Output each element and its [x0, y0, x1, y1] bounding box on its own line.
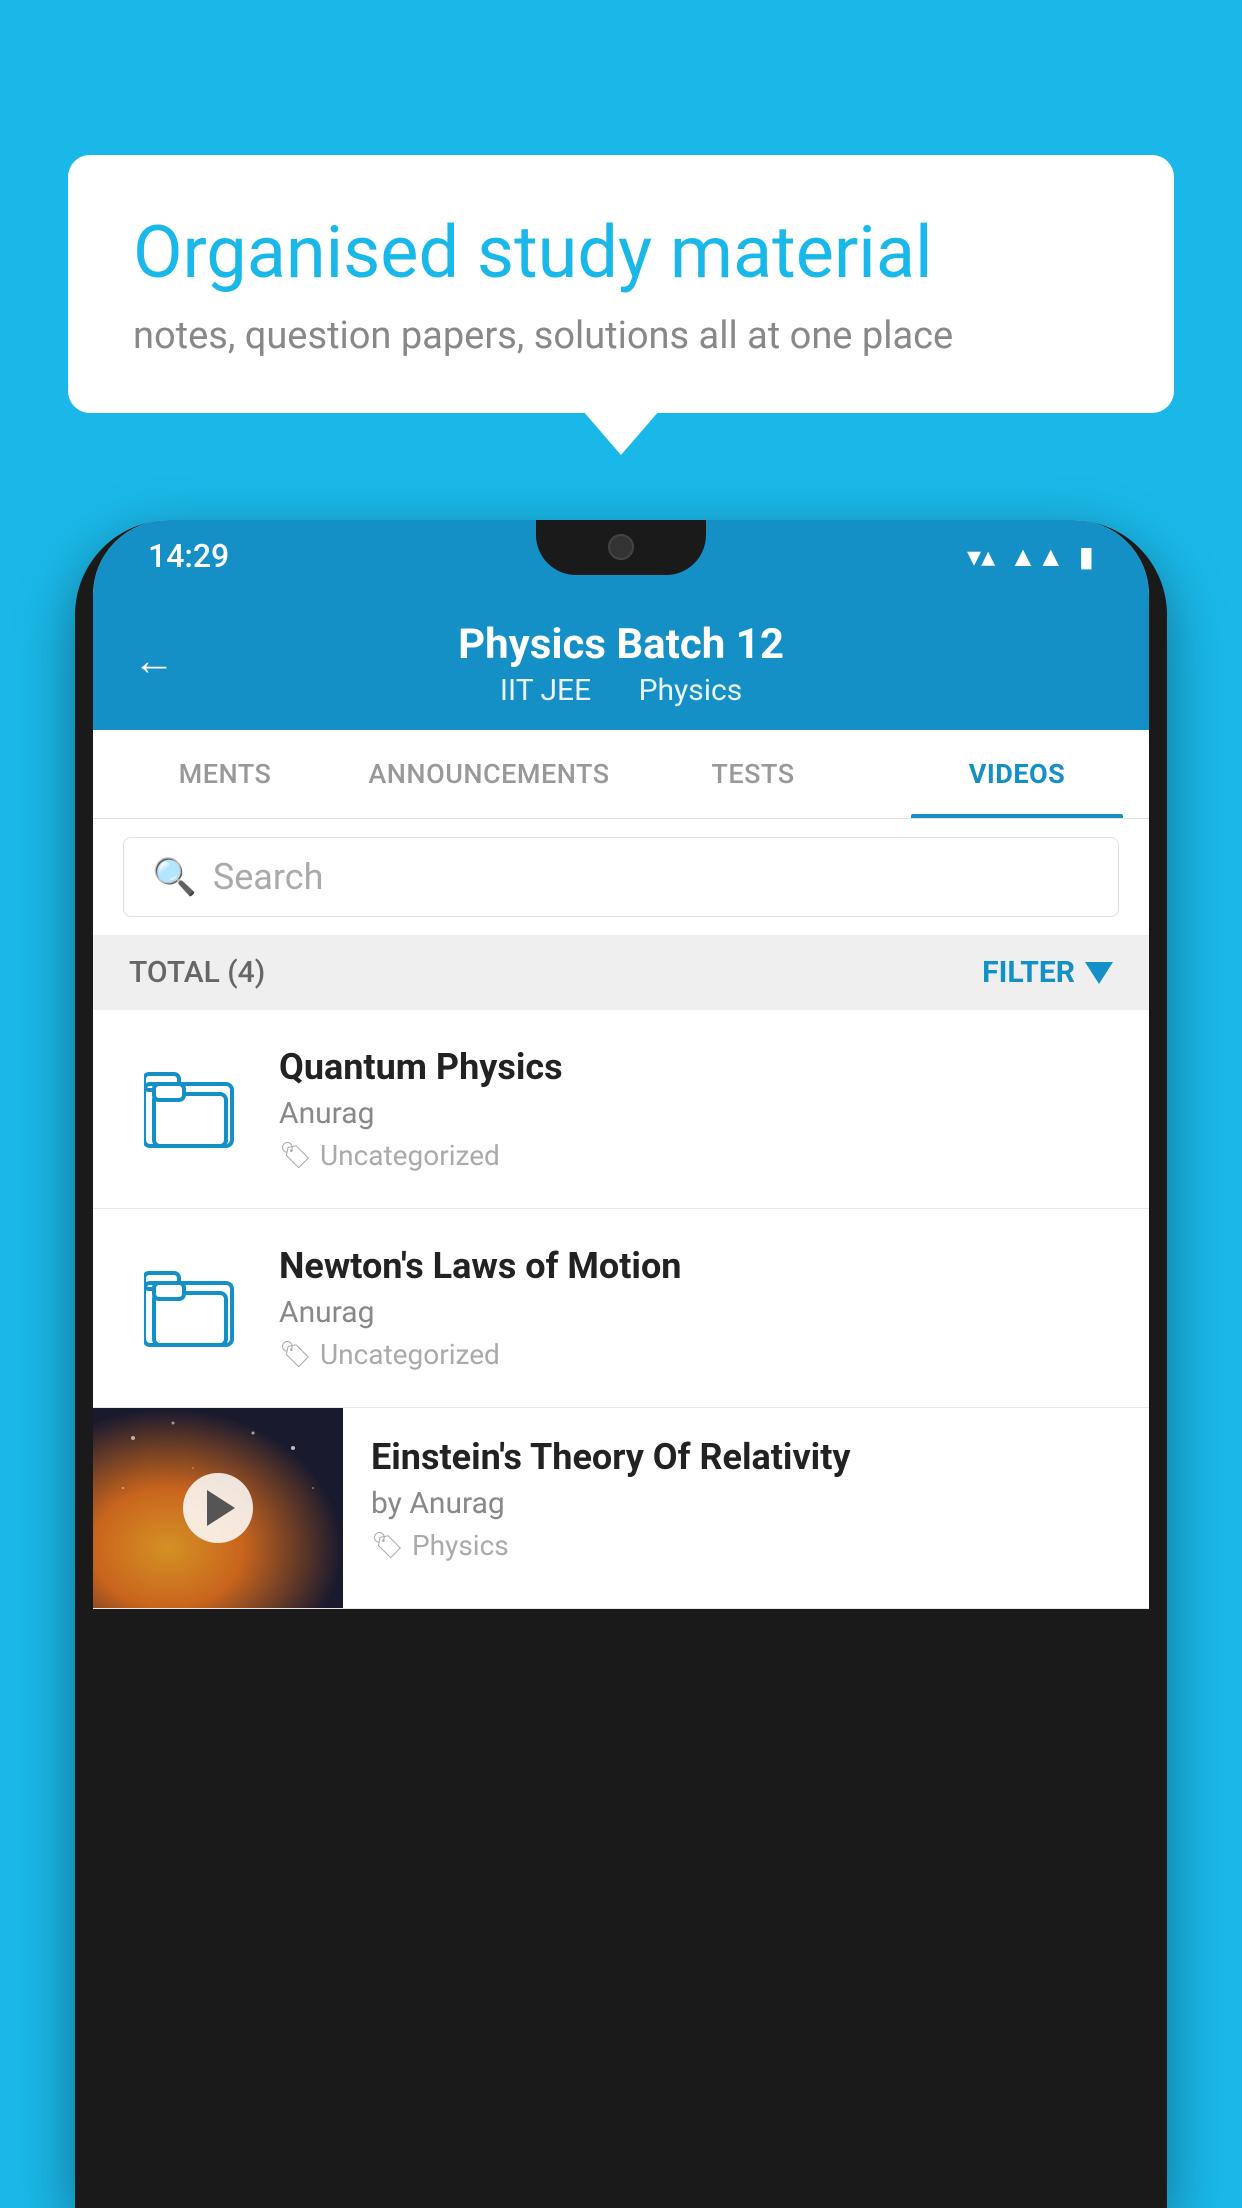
search-bar: 🔍 Search — [93, 819, 1149, 935]
list-item[interactable]: Einstein's Theory Of Relativity by Anura… — [93, 1408, 1149, 1609]
search-input[interactable]: Search — [213, 856, 324, 898]
video-author: Anurag — [279, 1295, 1113, 1330]
wifi-icon: ▾▴ — [967, 540, 995, 573]
einstein-thumbnail — [93, 1408, 343, 1608]
phone-frame: 14:29 ▾▴ ▲▲ ▮ ← Physics Batch 12 IIT JEE… — [75, 520, 1167, 2208]
video-tag: 🏷 Physics — [371, 1529, 1121, 1562]
video-folder-icon — [129, 1046, 249, 1166]
tab-ments[interactable]: MENTS — [93, 730, 357, 818]
header-subtitle: IIT JEE Physics — [490, 673, 752, 708]
notch — [536, 520, 706, 575]
video-info: Einstein's Theory Of Relativity by Anura… — [343, 1408, 1149, 1590]
tab-videos[interactable]: VIDEOS — [885, 730, 1149, 818]
play-icon — [207, 1490, 235, 1526]
header-title: Physics Batch 12 — [458, 620, 784, 669]
tab-tests[interactable]: TESTS — [621, 730, 885, 818]
tag-icon: 🏷 — [371, 1531, 404, 1561]
video-author: by Anurag — [371, 1486, 1121, 1521]
video-title: Quantum Physics — [279, 1046, 1113, 1088]
video-tag: 🏷 Uncategorized — [279, 1338, 1113, 1371]
status-time: 14:29 — [148, 537, 229, 575]
speech-bubble: Organised study material notes, question… — [68, 155, 1174, 413]
total-count: TOTAL (4) — [129, 955, 265, 990]
signal-icon: ▲▲ — [1009, 540, 1064, 573]
battery-icon: ▮ — [1079, 540, 1094, 573]
tab-announcements[interactable]: ANNOUNCEMENTS — [357, 730, 621, 818]
status-bar: 14:29 ▾▴ ▲▲ ▮ — [93, 520, 1149, 592]
search-input-wrap[interactable]: 🔍 Search — [123, 837, 1119, 917]
phone-content: 🔍 Search TOTAL (4) FILTER — [93, 819, 1149, 1609]
tab-bar: MENTS ANNOUNCEMENTS TESTS VIDEOS — [93, 730, 1149, 819]
bubble-subtitle: notes, question papers, solutions all at… — [133, 314, 1109, 358]
app-header: ← Physics Batch 12 IIT JEE Physics — [93, 592, 1149, 730]
bubble-title: Organised study material — [133, 210, 1109, 296]
back-button[interactable]: ← — [133, 637, 175, 686]
status-icons: ▾▴ ▲▲ ▮ — [967, 540, 1094, 573]
search-icon: 🔍 — [152, 856, 197, 898]
tag-icon: 🏷 — [279, 1141, 312, 1171]
video-tag: 🏷 Uncategorized — [279, 1139, 1113, 1172]
camera-icon — [608, 534, 634, 560]
video-folder-icon — [129, 1245, 249, 1365]
subtitle-physics: Physics — [639, 673, 743, 708]
video-title: Newton's Laws of Motion — [279, 1245, 1113, 1287]
play-button[interactable] — [183, 1473, 253, 1543]
filter-button[interactable]: FILTER — [982, 955, 1113, 990]
video-author: Anurag — [279, 1096, 1113, 1131]
video-list: Quantum Physics Anurag 🏷 Uncategorized — [93, 1010, 1149, 1609]
speech-bubble-container: Organised study material notes, question… — [68, 155, 1174, 413]
video-info: Newton's Laws of Motion Anurag 🏷 Uncateg… — [279, 1245, 1113, 1371]
list-item[interactable]: Newton's Laws of Motion Anurag 🏷 Uncateg… — [93, 1209, 1149, 1408]
filter-bar: TOTAL (4) FILTER — [93, 935, 1149, 1010]
video-info: Quantum Physics Anurag 🏷 Uncategorized — [279, 1046, 1113, 1172]
filter-icon — [1085, 962, 1113, 984]
tag-icon: 🏷 — [279, 1340, 312, 1370]
list-item[interactable]: Quantum Physics Anurag 🏷 Uncategorized — [93, 1010, 1149, 1209]
video-title: Einstein's Theory Of Relativity — [371, 1436, 1121, 1478]
subtitle-iitjee: IIT JEE — [500, 673, 591, 708]
phone-inner: 14:29 ▾▴ ▲▲ ▮ ← Physics Batch 12 IIT JEE… — [93, 520, 1149, 1609]
